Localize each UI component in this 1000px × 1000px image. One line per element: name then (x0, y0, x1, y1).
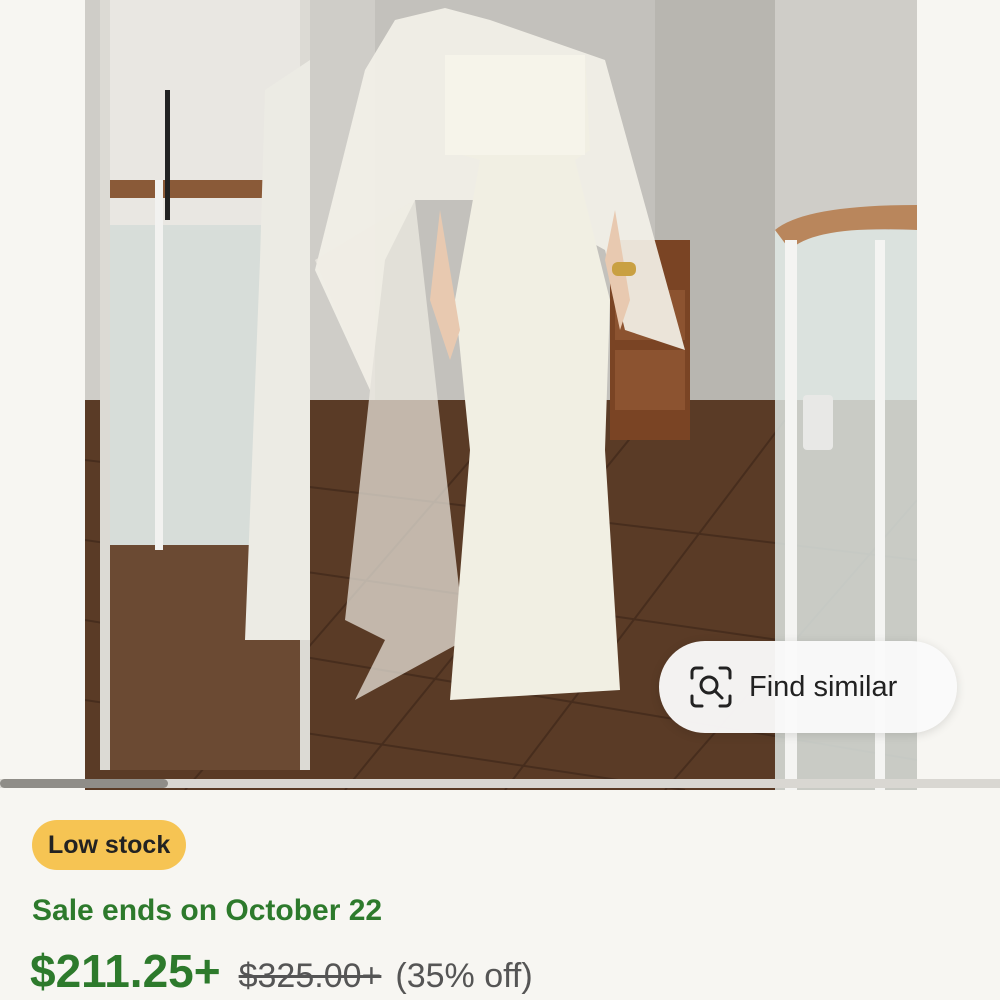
discount-percentage: (35% off) (395, 957, 533, 995)
sale-end-text: Sale ends on October 22 (32, 894, 383, 927)
low-stock-badge: Low stock (32, 820, 187, 870)
sale-price: $211.25+ (30, 945, 221, 997)
find-similar-button[interactable]: Find similar (659, 641, 957, 733)
price-row: $211.25+ $325.00+ (35% off) (30, 944, 533, 998)
find-similar-label: Find similar (749, 670, 898, 703)
image-scrollbar-thumb[interactable] (0, 779, 168, 788)
image-scrollbar[interactable] (0, 779, 1000, 788)
original-price: $325.00+ (238, 957, 382, 995)
product-image-carousel[interactable]: Find similar (0, 0, 1000, 790)
visual-search-icon (690, 666, 732, 708)
